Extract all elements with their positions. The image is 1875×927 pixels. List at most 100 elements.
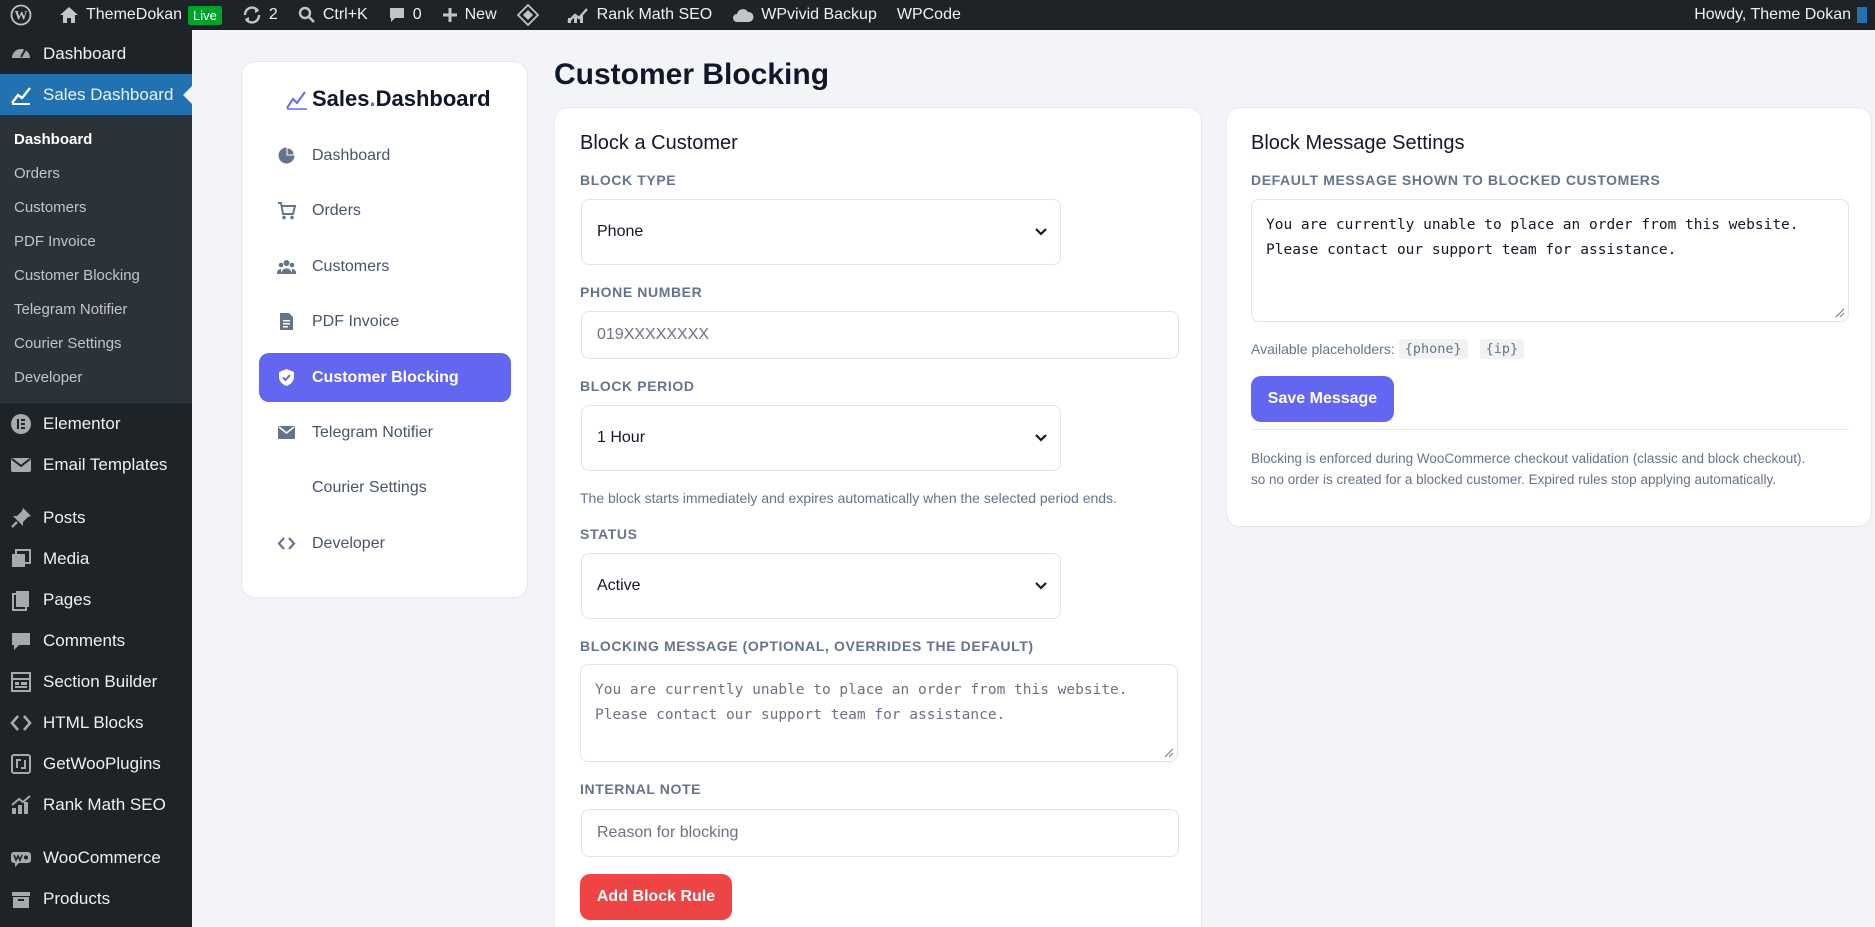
default-message-line2: Please contact our support team for assi… xyxy=(1266,242,1677,258)
updates-count: 2 xyxy=(268,6,278,23)
wp-submenu: Dashboard Orders Customers PDF Invoice C… xyxy=(0,115,192,403)
wp-submenu-customers[interactable]: Customers xyxy=(0,191,192,225)
default-message-textarea[interactable]: You are currently unable to place an ord… xyxy=(1251,199,1849,322)
phone-number-placeholder: 019XXXXXXXX xyxy=(597,326,710,343)
wp-admin-menu: Dashboard Sales Dashboard Dashboard Orde… xyxy=(0,30,192,927)
pushpin-icon xyxy=(11,507,31,528)
page-title: Customer Blocking xyxy=(554,58,830,91)
default-message-label: DEFAULT MESSAGE SHOWN TO BLOCKED CUSTOME… xyxy=(1251,172,1661,188)
wp-submenu-developer[interactable]: Developer xyxy=(0,361,192,395)
phone-number-label: PHONE NUMBER xyxy=(580,284,703,300)
block-period-select[interactable]: 1 Hour xyxy=(581,405,1061,471)
plugin-diamond-menu[interactable] xyxy=(507,0,556,30)
home-icon xyxy=(60,7,78,23)
nav-item-dashboard-label: Dashboard xyxy=(312,146,391,164)
wp-menu-rank-math-seo[interactable]: Rank Math SEO xyxy=(0,784,192,825)
phone-number-input[interactable]: 019XXXXXXXX xyxy=(581,311,1179,359)
wordpress-logo-menu[interactable]: W xyxy=(0,0,49,30)
wp-submenu-pdf-invoice[interactable]: PDF Invoice xyxy=(0,225,192,259)
add-block-rule-button[interactable]: Add Block Rule xyxy=(580,874,732,920)
wp-menu-section-builder[interactable]: Section Builder xyxy=(0,661,192,702)
wp-menu-comments[interactable]: Comments xyxy=(0,620,192,661)
search-menu[interactable]: Ctrl+K xyxy=(288,0,378,30)
nav-item-customer-blocking[interactable]: Customer Blocking xyxy=(259,353,511,402)
woocommerce-icon xyxy=(11,851,31,867)
wp-menu-getwooplugins[interactable]: GetWooPlugins xyxy=(0,743,192,784)
wp-menu-sales-dashboard[interactable]: Sales Dashboard xyxy=(0,74,192,115)
enforcement-info-line1: Blocking is enforced during WooCommerce … xyxy=(1251,451,1806,466)
block-type-label: BLOCK TYPE xyxy=(580,172,677,188)
internal-note-label: INTERNAL NOTE xyxy=(580,781,702,797)
wp-menu-rank-math-seo-label: Rank Math SEO xyxy=(43,794,166,814)
wp-menu-elementor[interactable]: Elementor xyxy=(0,403,192,444)
internal-note-input[interactable]: Reason for blocking xyxy=(581,809,1179,857)
wp-menu-getwooplugins-label: GetWooPlugins xyxy=(43,753,161,773)
wp-menu-products-label: Products xyxy=(43,888,111,908)
wp-menu-posts-label: Posts xyxy=(43,507,86,527)
my-account-menu[interactable]: Howdy, Theme Dokan xyxy=(1694,0,1875,30)
blocking-message-label: BLOCKING MESSAGE (OPTIONAL, OVERRIDES TH… xyxy=(580,638,1034,654)
wordpress-icon: W xyxy=(10,4,32,26)
svg-text:W: W xyxy=(15,8,28,23)
wp-submenu-dashboard[interactable]: Dashboard xyxy=(0,123,192,157)
wp-submenu-telegram-notifier[interactable]: Telegram Notifier xyxy=(0,293,192,327)
nav-item-orders[interactable]: Orders xyxy=(259,186,511,235)
site-name-menu[interactable]: ThemeDokan Live xyxy=(49,0,232,30)
rank-math-icon xyxy=(11,794,31,814)
search-shortcut: Ctrl+K xyxy=(322,6,368,23)
new-content-menu[interactable]: New xyxy=(432,0,507,30)
nav-item-dashboard[interactable]: Dashboard xyxy=(259,131,511,180)
nav-item-telegram-notifier-label: Telegram Notifier xyxy=(312,423,433,441)
enforcement-info-line2: so no order is created for a blocked cus… xyxy=(1251,472,1777,487)
wp-menu-html-blocks[interactable]: HTML Blocks xyxy=(0,702,192,743)
site-name: ThemeDokan xyxy=(86,6,183,23)
block-period-label: BLOCK PERIOD xyxy=(580,378,695,394)
placeholders-label: Available placeholders: xyxy=(1251,341,1395,357)
brand-part2: Dashboard xyxy=(375,86,491,111)
wp-menu-comments-label: Comments xyxy=(43,630,126,650)
wp-menu-posts[interactable]: Posts xyxy=(0,497,192,538)
nav-item-orders-label: Orders xyxy=(312,201,361,219)
brand-part1: Sales xyxy=(312,86,370,111)
updates-menu[interactable]: 2 xyxy=(232,0,288,30)
new-label: New xyxy=(464,6,497,23)
brand-logo[interactable]: Sales. Dashboard xyxy=(285,86,491,112)
resize-grip-icon[interactable] xyxy=(1164,748,1174,758)
wp-submenu-customer-blocking[interactable]: Customer Blocking xyxy=(0,259,192,293)
nav-item-courier-settings[interactable]: Courier Settings xyxy=(259,463,511,512)
nav-item-pdf-invoice[interactable]: PDF Invoice xyxy=(259,297,511,346)
admin-bar: W ThemeDokan Live 2 Ctrl+K 0 New Rank Ma… xyxy=(0,0,1875,30)
status-select[interactable]: Active xyxy=(581,553,1061,619)
wp-submenu-courier-settings[interactable]: Courier Settings xyxy=(0,327,192,361)
nav-item-developer[interactable]: Developer xyxy=(259,519,511,568)
blocking-message-textarea[interactable]: You are currently unable to place an ord… xyxy=(580,664,1178,762)
resize-grip-icon[interactable] xyxy=(1835,308,1845,318)
nav-item-developer-label: Developer xyxy=(312,534,385,552)
wp-menu-email-templates[interactable]: Email Templates xyxy=(0,444,192,485)
cart-icon xyxy=(278,202,296,220)
wp-menu-pages[interactable]: Pages xyxy=(0,579,192,620)
save-message-button[interactable]: Save Message xyxy=(1251,376,1394,422)
wpvivid-label: WPvivid Backup xyxy=(761,6,877,23)
wp-menu-html-blocks-label: HTML Blocks xyxy=(43,712,144,732)
wp-submenu-orders[interactable]: Orders xyxy=(0,157,192,191)
comments-menu[interactable]: 0 xyxy=(378,0,432,30)
wp-menu-woocommerce-label: WooCommerce xyxy=(43,847,161,867)
comment-bubble-icon xyxy=(12,632,30,650)
nav-item-customers[interactable]: Customers xyxy=(259,242,511,291)
envelope-icon xyxy=(278,426,295,439)
nav-item-pdf-invoice-label: PDF Invoice xyxy=(312,312,400,330)
wpvivid-menu[interactable]: WPvivid Backup xyxy=(722,0,887,30)
nav-item-customer-blocking-label: Customer Blocking xyxy=(312,368,459,386)
search-icon xyxy=(298,6,315,23)
wp-menu-dashboard[interactable]: Dashboard xyxy=(0,33,192,74)
nav-item-customers-label: Customers xyxy=(312,257,390,275)
wp-menu-media[interactable]: Media xyxy=(0,538,192,579)
wp-menu-woocommerce[interactable]: WooCommerce xyxy=(0,837,192,878)
wpcode-menu[interactable]: WPCode xyxy=(887,0,971,30)
howdy-text: Howdy, Theme Dokan xyxy=(1694,6,1851,23)
rank-math-menu[interactable]: Rank Math SEO xyxy=(556,0,723,30)
block-type-select[interactable]: Phone xyxy=(581,199,1061,265)
wp-menu-products[interactable]: Products xyxy=(0,878,192,919)
nav-item-telegram-notifier[interactable]: Telegram Notifier xyxy=(259,408,511,457)
